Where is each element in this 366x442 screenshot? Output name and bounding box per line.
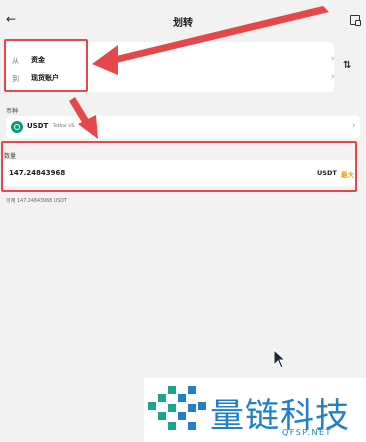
annotation-arrowhead-top (92, 45, 118, 75)
annotation-arrow-top (112, 6, 329, 63)
watermark-logo (148, 386, 206, 430)
mouse-cursor-icon (273, 349, 287, 369)
annotation-arrows (69, 6, 329, 139)
watermark-subtitle: QFSP.NET (282, 428, 332, 437)
